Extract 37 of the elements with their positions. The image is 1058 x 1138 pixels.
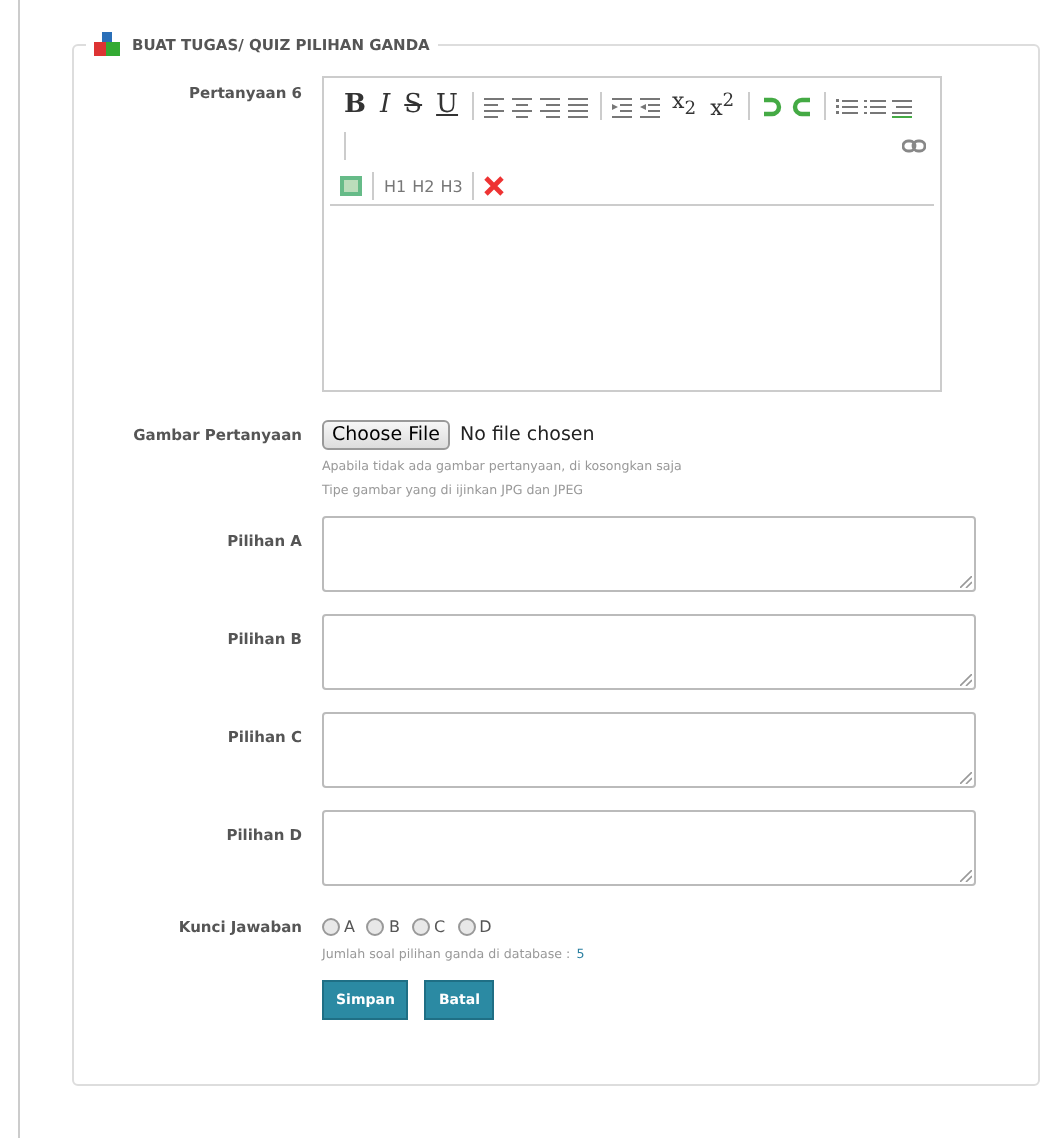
answer-box[interactable] (322, 810, 976, 886)
heading-button[interactable]: H1 (384, 177, 407, 196)
bold-button[interactable]: B (340, 90, 370, 123)
delete-icon[interactable] (484, 176, 505, 197)
justify-icon[interactable] (568, 95, 591, 118)
radio-label: D (479, 918, 492, 936)
align-left-icon[interactable] (484, 95, 507, 118)
blocks-icon (94, 32, 120, 56)
align-center-icon[interactable] (512, 95, 535, 118)
block-quote-icon[interactable] (892, 95, 915, 118)
question-editor[interactable]: B I S U x$_{2}$ x$^{2}$ H1 H2 H3 (322, 76, 942, 392)
indent-icon[interactable] (612, 95, 635, 118)
radio-label: C (433, 918, 446, 936)
strike-button[interactable]: S (400, 90, 427, 123)
radio-button[interactable] (322, 918, 340, 936)
image-icon[interactable] (340, 176, 362, 197)
numbered-list-icon[interactable] (864, 95, 887, 118)
heading-button[interactable]: H2 (412, 177, 435, 196)
bulleted-list-icon[interactable] (836, 95, 859, 118)
script-button[interactable]: x$_{2}$ (668, 86, 701, 127)
outdent-icon[interactable] (640, 95, 663, 118)
radio-button[interactable] (457, 918, 476, 936)
radio-button[interactable] (366, 918, 385, 936)
align-right-icon[interactable] (540, 95, 563, 118)
underline-button[interactable]: U (432, 90, 463, 123)
answer-box[interactable] (322, 516, 976, 592)
link-icon[interactable] (902, 138, 926, 155)
radio-label: A (344, 918, 355, 936)
answer-box[interactable] (322, 614, 976, 690)
answer-box[interactable] (322, 712, 976, 788)
radio-label: B (388, 918, 400, 936)
heading-button[interactable]: H3 (440, 177, 463, 196)
file-status: No file chosen (460, 424, 595, 446)
radio-button[interactable] (411, 918, 430, 936)
script-button[interactable]: x$^{2}$ (706, 86, 739, 126)
italic-button[interactable]: I (376, 90, 395, 123)
choose-file-button[interactable]: Choose File (322, 420, 450, 450)
